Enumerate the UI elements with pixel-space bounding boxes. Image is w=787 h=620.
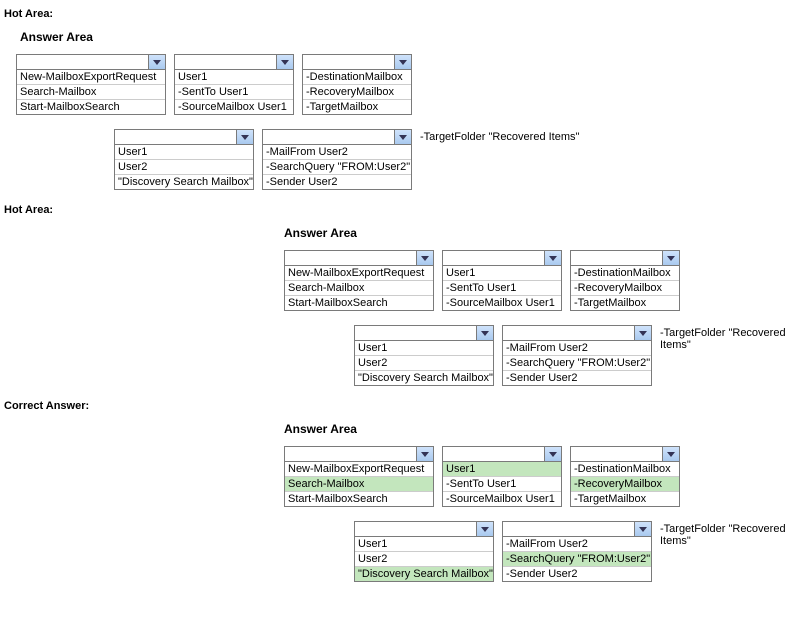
chevron-down-icon bbox=[236, 130, 253, 144]
option-qry-0[interactable]: -MailFrom User2 bbox=[263, 145, 411, 160]
option-tgt-2[interactable]: "Discovery Search Mailbox" bbox=[115, 175, 253, 189]
option-cmd-0[interactable]: New-MailboxExportRequest bbox=[285, 266, 433, 281]
option-cmd-1[interactable]: Search-Mailbox bbox=[285, 477, 433, 492]
row-1b: User1 User2 "Discovery Search Mailbox" -… bbox=[114, 129, 787, 190]
answer-area-label-1: Answer Area bbox=[20, 30, 787, 44]
option-tgt-1[interactable]: User2 bbox=[355, 356, 493, 371]
dropdown-src-2[interactable]: User1 -SentTo User1 -SourceMailbox User1 bbox=[442, 250, 562, 311]
row-3a: New-MailboxExportRequest Search-Mailbox … bbox=[284, 446, 787, 507]
option-qry-0[interactable]: -MailFrom User2 bbox=[503, 537, 651, 552]
option-cmd-2[interactable]: Start-MailboxSearch bbox=[17, 100, 165, 114]
row-2a: New-MailboxExportRequest Search-Mailbox … bbox=[284, 250, 787, 311]
option-dst-2[interactable]: -TargetMailbox bbox=[303, 100, 411, 114]
option-qry-1[interactable]: -SearchQuery "FROM:User2" bbox=[503, 552, 651, 567]
option-dst-0[interactable]: -DestinationMailbox bbox=[303, 70, 411, 85]
chevron-down-icon bbox=[394, 55, 411, 69]
option-cmd-0[interactable]: New-MailboxExportRequest bbox=[285, 462, 433, 477]
option-tgt-0[interactable]: User1 bbox=[355, 537, 493, 552]
trailing-text-1: -TargetFolder "Recovered Items" bbox=[420, 129, 579, 143]
dropdown-qry-1[interactable]: -MailFrom User2 -SearchQuery "FROM:User2… bbox=[262, 129, 412, 190]
chevron-down-icon bbox=[634, 522, 651, 536]
option-qry-1[interactable]: -SearchQuery "FROM:User2" bbox=[503, 356, 651, 371]
chevron-down-icon bbox=[662, 251, 679, 265]
row-1a: New-MailboxExportRequest Search-Mailbox … bbox=[16, 54, 787, 115]
chevron-down-icon bbox=[276, 55, 293, 69]
answer-area-label-3: Answer Area bbox=[284, 422, 787, 436]
option-cmd-1[interactable]: Search-Mailbox bbox=[17, 85, 165, 100]
option-dst-1[interactable]: -RecoveryMailbox bbox=[303, 85, 411, 100]
chevron-down-icon bbox=[416, 251, 433, 265]
chevron-down-icon bbox=[476, 326, 493, 340]
option-qry-1[interactable]: -SearchQuery "FROM:User2" bbox=[263, 160, 411, 175]
option-dst-0[interactable]: -DestinationMailbox bbox=[571, 266, 679, 281]
option-cmd-2[interactable]: Start-MailboxSearch bbox=[285, 492, 433, 506]
dropdown-cmd-1[interactable]: New-MailboxExportRequest Search-Mailbox … bbox=[16, 54, 166, 115]
dropdown-dst-3[interactable]: -DestinationMailbox -RecoveryMailbox -Ta… bbox=[570, 446, 680, 507]
option-src-0[interactable]: User1 bbox=[443, 266, 561, 281]
section-label-hotarea-1: Hot Area: bbox=[4, 8, 787, 20]
option-tgt-2[interactable]: "Discovery Search Mailbox" bbox=[355, 567, 493, 581]
option-src-0[interactable]: User1 bbox=[175, 70, 293, 85]
chevron-down-icon bbox=[634, 326, 651, 340]
option-dst-1[interactable]: -RecoveryMailbox bbox=[571, 281, 679, 296]
option-dst-2[interactable]: -TargetMailbox bbox=[571, 492, 679, 506]
chevron-down-icon bbox=[476, 522, 493, 536]
dropdown-cmd-2[interactable]: New-MailboxExportRequest Search-Mailbox … bbox=[284, 250, 434, 311]
option-qry-2[interactable]: -Sender User2 bbox=[503, 371, 651, 385]
section-label-hotarea-2: Hot Area: bbox=[4, 204, 787, 216]
chevron-down-icon bbox=[544, 447, 561, 461]
dropdown-tgt-2[interactable]: User1 User2 "Discovery Search Mailbox" bbox=[354, 325, 494, 386]
option-src-1[interactable]: -SentTo User1 bbox=[443, 281, 561, 296]
option-cmd-0[interactable]: New-MailboxExportRequest bbox=[17, 70, 165, 85]
chevron-down-icon bbox=[148, 55, 165, 69]
dropdown-dst-1[interactable]: -DestinationMailbox -RecoveryMailbox -Ta… bbox=[302, 54, 412, 115]
chevron-down-icon bbox=[544, 251, 561, 265]
option-tgt-0[interactable]: User1 bbox=[355, 341, 493, 356]
option-src-0[interactable]: User1 bbox=[443, 462, 561, 477]
option-tgt-0[interactable]: User1 bbox=[115, 145, 253, 160]
dropdown-qry-2[interactable]: -MailFrom User2 -SearchQuery "FROM:User2… bbox=[502, 325, 652, 386]
chevron-down-icon bbox=[416, 447, 433, 461]
option-tgt-1[interactable]: User2 bbox=[355, 552, 493, 567]
section-label-correct: Correct Answer: bbox=[4, 400, 787, 412]
option-qry-0[interactable]: -MailFrom User2 bbox=[503, 341, 651, 356]
option-src-2[interactable]: -SourceMailbox User1 bbox=[175, 100, 293, 114]
option-src-1[interactable]: -SentTo User1 bbox=[443, 477, 561, 492]
dropdown-tgt-1[interactable]: User1 User2 "Discovery Search Mailbox" bbox=[114, 129, 254, 190]
answer-area-label-2: Answer Area bbox=[284, 226, 787, 240]
trailing-text-3: -TargetFolder "Recovered Items" bbox=[660, 521, 787, 547]
option-cmd-1[interactable]: Search-Mailbox bbox=[285, 281, 433, 296]
option-cmd-2[interactable]: Start-MailboxSearch bbox=[285, 296, 433, 310]
dropdown-dst-2[interactable]: -DestinationMailbox -RecoveryMailbox -Ta… bbox=[570, 250, 680, 311]
option-tgt-1[interactable]: User2 bbox=[115, 160, 253, 175]
chevron-down-icon bbox=[394, 130, 411, 144]
dropdown-src-1[interactable]: User1 -SentTo User1 -SourceMailbox User1 bbox=[174, 54, 294, 115]
dropdown-qry-3[interactable]: -MailFrom User2 -SearchQuery "FROM:User2… bbox=[502, 521, 652, 582]
option-dst-1[interactable]: -RecoveryMailbox bbox=[571, 477, 679, 492]
option-src-1[interactable]: -SentTo User1 bbox=[175, 85, 293, 100]
chevron-down-icon bbox=[662, 447, 679, 461]
option-src-2[interactable]: -SourceMailbox User1 bbox=[443, 296, 561, 310]
dropdown-src-3[interactable]: User1 -SentTo User1 -SourceMailbox User1 bbox=[442, 446, 562, 507]
dropdown-tgt-3[interactable]: User1 User2 "Discovery Search Mailbox" bbox=[354, 521, 494, 582]
option-dst-0[interactable]: -DestinationMailbox bbox=[571, 462, 679, 477]
option-dst-2[interactable]: -TargetMailbox bbox=[571, 296, 679, 310]
option-qry-2[interactable]: -Sender User2 bbox=[263, 175, 411, 189]
option-src-2[interactable]: -SourceMailbox User1 bbox=[443, 492, 561, 506]
row-3b: User1 User2 "Discovery Search Mailbox" -… bbox=[354, 521, 787, 582]
dropdown-cmd-3[interactable]: New-MailboxExportRequest Search-Mailbox … bbox=[284, 446, 434, 507]
option-tgt-2[interactable]: "Discovery Search Mailbox" bbox=[355, 371, 493, 385]
option-qry-2[interactable]: -Sender User2 bbox=[503, 567, 651, 581]
row-2b: User1 User2 "Discovery Search Mailbox" -… bbox=[354, 325, 787, 386]
trailing-text-2: -TargetFolder "Recovered Items" bbox=[660, 325, 787, 351]
